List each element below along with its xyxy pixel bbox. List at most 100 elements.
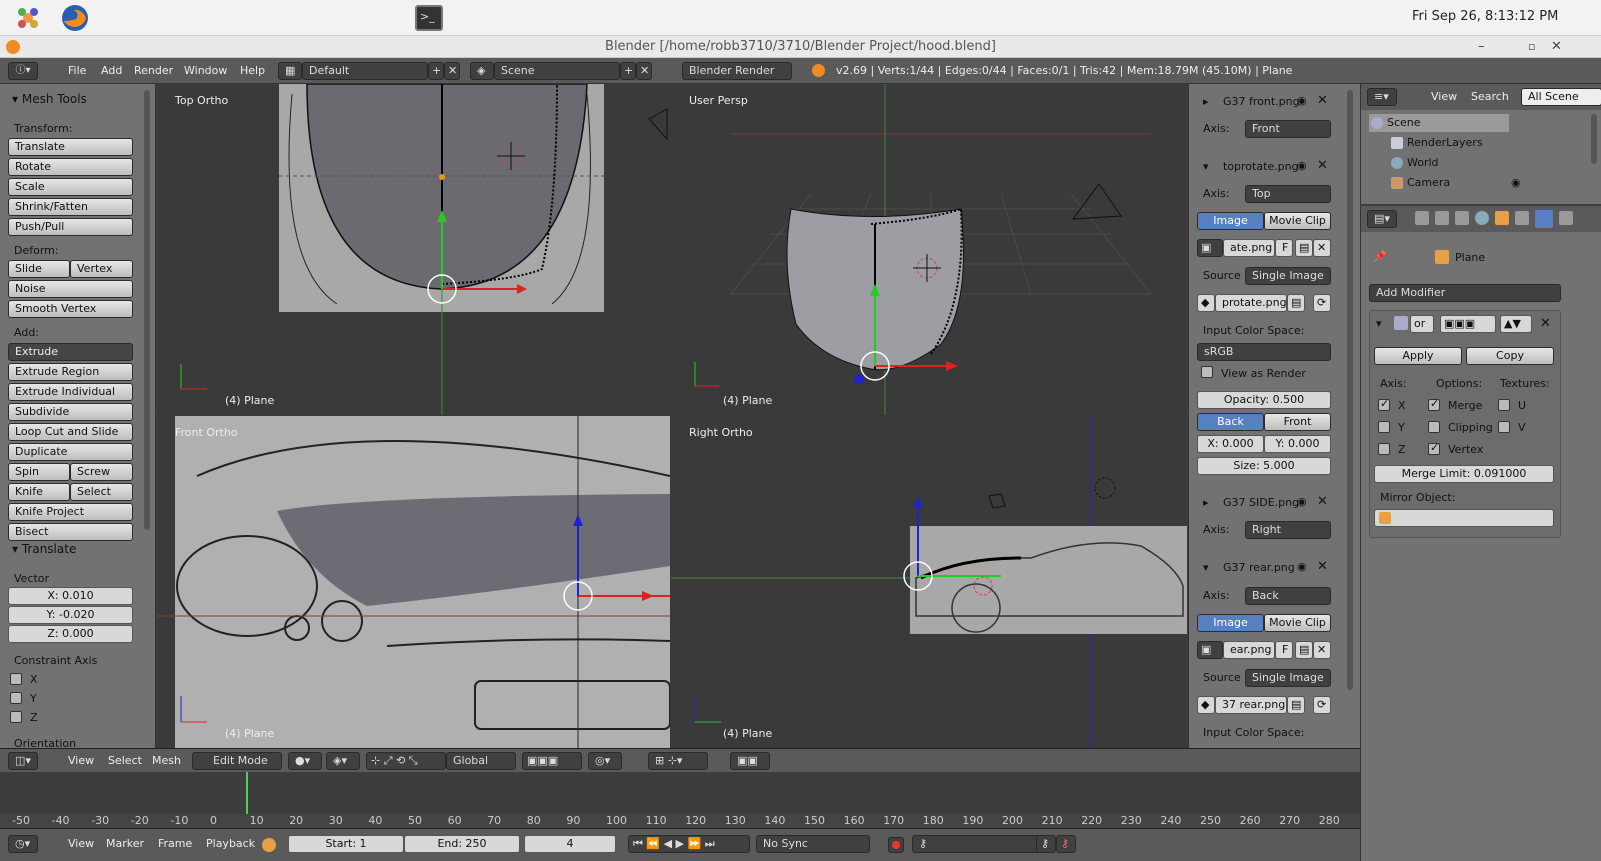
bg-rear-axis-dropdown[interactable]: Back (1245, 587, 1331, 605)
screw-button[interactable]: Screw (70, 463, 133, 481)
timeline-marker-menu[interactable]: Marker (106, 837, 144, 850)
bg-top-filepath[interactable]: protate.png (1215, 294, 1287, 312)
terminal-icon[interactable]: >_ (415, 5, 443, 31)
bg-rear-image-browse-icon[interactable]: ▣ (1197, 641, 1223, 659)
toolshelf-scrollbar[interactable] (144, 90, 150, 530)
preview-range-icon[interactable] (262, 838, 276, 852)
layout-remove-button[interactable]: ✕ (444, 62, 460, 80)
vector-x-field[interactable]: X: 0.010 (8, 587, 133, 605)
outliner-item-scene[interactable]: Scene (1369, 114, 1509, 132)
constraint-x-checkbox[interactable] (10, 673, 22, 685)
outliner-item-world[interactable]: World (1377, 154, 1517, 172)
mode-dropdown[interactable]: Edit Mode (192, 752, 282, 770)
texture-v-checkbox[interactable] (1498, 421, 1510, 433)
copy-button[interactable]: Copy (1466, 347, 1554, 365)
current-frame-marker[interactable] (246, 772, 248, 814)
knife-project-button[interactable]: Knife Project (8, 503, 133, 521)
properties-editor-icon[interactable]: ▤▾ (1367, 210, 1397, 228)
modifiers-tab-icon[interactable] (1535, 210, 1553, 228)
manipulator-toggle[interactable]: ⊹ ⤢ ⟲ ⤡ (366, 752, 446, 770)
view3d-editor-icon[interactable]: ◫▾ (8, 752, 38, 770)
constraint-z-checkbox[interactable] (10, 711, 22, 723)
outliner-item-renderlayers[interactable]: RenderLayers (1377, 134, 1517, 152)
pivot-dropdown[interactable]: ◈▾ (326, 752, 360, 770)
scale-button[interactable]: Scale (8, 178, 133, 196)
constraint-y-checkbox[interactable] (10, 692, 22, 704)
shrink-fatten-button[interactable]: Shrink/Fatten (8, 198, 133, 216)
editor-type-icon[interactable]: ⓘ▾ (8, 62, 38, 80)
smooth-vertex-button[interactable]: Smooth Vertex (8, 300, 133, 318)
bg-front-expand[interactable]: ▸ (1203, 95, 1209, 108)
menu-help[interactable]: Help (240, 64, 265, 77)
bg-rear-filepath[interactable]: 37 rear.png (1215, 696, 1287, 714)
clipping-checkbox[interactable] (1428, 421, 1440, 433)
slide-edge-button[interactable]: Slide Edge (8, 260, 70, 291)
timeline-view-menu[interactable]: View (68, 837, 94, 850)
bg-top-image-name[interactable]: ate.png (1223, 239, 1275, 257)
bg-top-axis-dropdown[interactable]: Top (1245, 185, 1331, 203)
view3d-mesh-menu[interactable]: Mesh (152, 754, 181, 767)
slide-vertex-button[interactable]: Vertex (70, 260, 133, 278)
render-tab-icon[interactable] (1415, 211, 1429, 225)
data-tab-icon[interactable] (1559, 211, 1573, 225)
apps-menu-icon[interactable] (14, 4, 42, 32)
menu-render[interactable]: Render (134, 64, 173, 77)
current-frame-field[interactable]: 4 (524, 835, 616, 853)
scene-tab-icon[interactable] (1455, 211, 1469, 225)
bg-top-filebrowse-icon[interactable]: ▤ (1287, 294, 1305, 312)
rotate-button[interactable]: Rotate (8, 158, 133, 176)
modifier-move-up-icon[interactable]: ▲▼ (1500, 315, 1532, 333)
offset-y-field[interactable]: Y: 0.000 (1264, 435, 1331, 453)
end-frame-field[interactable]: End: 250 (404, 835, 520, 853)
proportional-edit-icon[interactable]: ◎▾ (588, 752, 622, 770)
select-mode-buttons[interactable]: ▣▣▣ (522, 752, 582, 770)
add-modifier-dropdown[interactable]: Add Modifier (1369, 284, 1561, 302)
bg-top-reload-icon[interactable]: ⟳ (1313, 294, 1331, 312)
maximize-button[interactable]: ▫ (1528, 36, 1535, 58)
layers-tab-icon[interactable] (1435, 211, 1449, 225)
layout-field[interactable]: Default (302, 62, 428, 80)
close-button[interactable]: ✕ (1551, 36, 1562, 58)
bg-top-source-dropdown[interactable]: Single Image (1245, 267, 1331, 285)
vector-z-field[interactable]: Z: 0.000 (8, 625, 133, 643)
size-field[interactable]: Size: 5.000 (1197, 457, 1331, 475)
bg-side-axis-dropdown[interactable]: Right (1245, 521, 1331, 539)
bg-rear-source-dropdown[interactable]: Single Image (1245, 669, 1331, 687)
viewport-right-ortho[interactable]: Right Ortho (4) Plane (671, 416, 1187, 748)
merge-limit-field[interactable]: Merge Limit: 0.091000 (1374, 465, 1554, 483)
outliner-search-menu[interactable]: Search (1471, 90, 1509, 103)
apply-button[interactable]: Apply (1374, 347, 1462, 365)
duplicate-button[interactable]: Duplicate (8, 443, 133, 461)
axis-x-checkbox[interactable] (1378, 397, 1390, 411)
bg-side-remove-icon[interactable]: ✕ (1317, 494, 1328, 509)
bg-side-expand[interactable]: ▸ (1203, 496, 1209, 509)
depth-back-button[interactable]: Back (1197, 413, 1264, 431)
bg-rear-expand[interactable]: ▾ (1203, 561, 1209, 574)
bg-top-remove-icon[interactable]: ✕ (1317, 158, 1328, 173)
properties-context-tabs[interactable] (1411, 210, 1601, 228)
bg-front-eye-icon[interactable]: ◉ (1297, 94, 1307, 107)
layout-add-button[interactable]: + (428, 62, 444, 80)
bg-front-axis-dropdown[interactable]: Front (1245, 120, 1331, 138)
outliner-scrollbar[interactable] (1591, 114, 1597, 164)
bg-top-ics-dropdown[interactable]: sRGB (1197, 343, 1331, 361)
depth-front-button[interactable]: Front (1264, 413, 1331, 431)
layout-selector-icon[interactable]: ▦ (278, 62, 302, 80)
camera-visibility-icon[interactable]: ◉ (1511, 174, 1521, 192)
sync-dropdown[interactable]: No Sync (756, 835, 870, 853)
axis-z-checkbox[interactable] (1378, 443, 1390, 455)
bg-top-fake-user[interactable]: F (1275, 239, 1293, 257)
propsN-scrollbar[interactable] (1347, 90, 1353, 690)
start-frame-field[interactable]: Start: 1 (288, 835, 404, 853)
minimize-button[interactable]: – (1478, 36, 1485, 58)
mesh-tools-header[interactable]: ▾ Mesh Tools (12, 92, 87, 106)
bg-rear-movie-tab[interactable]: Movie Clip (1264, 614, 1331, 632)
playback-controls[interactable]: ⏮ ⏪ ◀ ▶ ⏩ ⏭ (628, 835, 750, 853)
bg-top-movie-tab[interactable]: Movie Clip (1264, 212, 1331, 230)
extrude-dropdown[interactable]: Extrude (8, 343, 133, 361)
modifier-name-field[interactable]: or (1410, 315, 1434, 333)
viewport-user-persp[interactable]: User Persp (4) Plane (671, 84, 1187, 415)
menu-add[interactable]: Add (101, 64, 122, 77)
noise-button[interactable]: Noise (8, 280, 133, 298)
outliner-view-menu[interactable]: View (1431, 90, 1457, 103)
